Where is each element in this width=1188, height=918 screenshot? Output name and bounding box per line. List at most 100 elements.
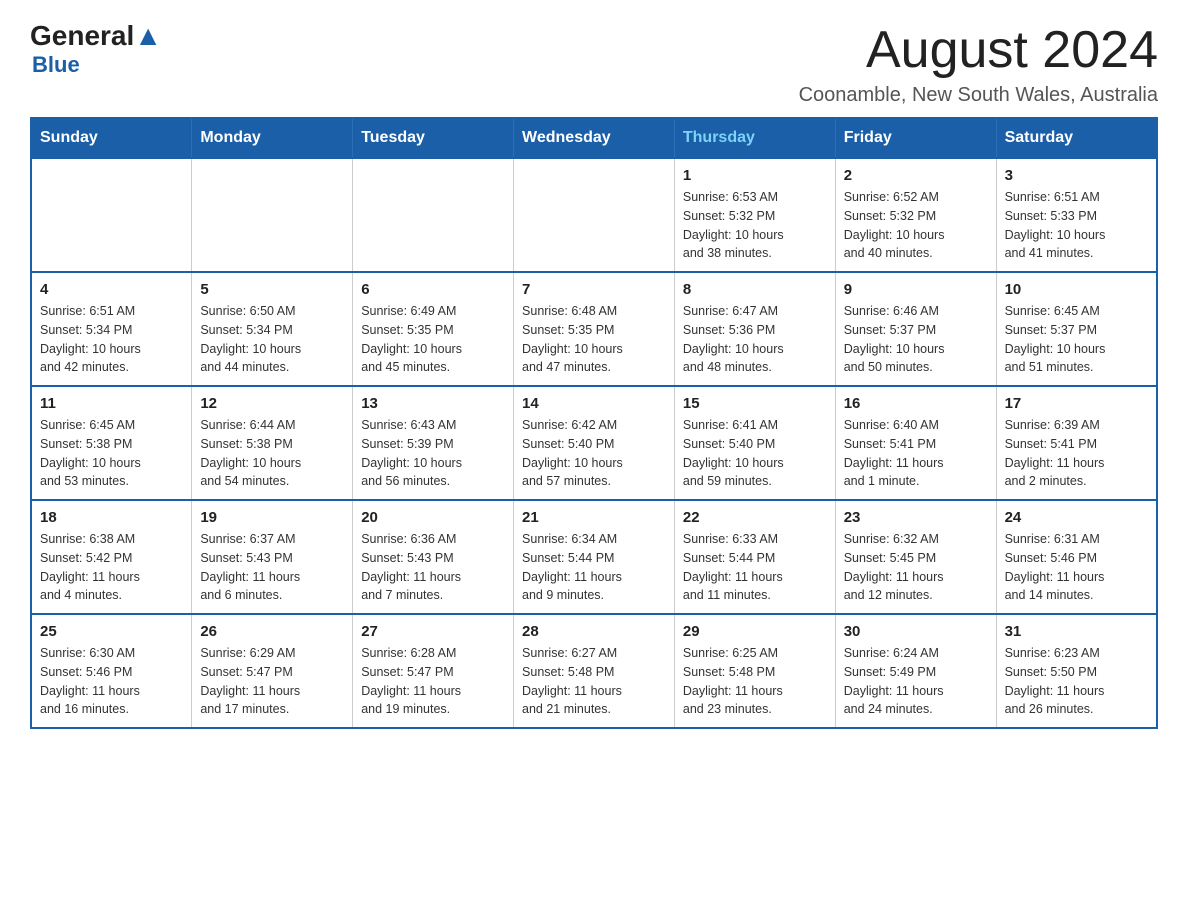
day-number: 5 xyxy=(200,281,344,298)
day-number: 16 xyxy=(844,395,988,412)
day-info: Sunrise: 6:47 AMSunset: 5:36 PMDaylight:… xyxy=(683,302,827,377)
day-info: Sunrise: 6:50 AMSunset: 5:34 PMDaylight:… xyxy=(200,302,344,377)
day-number: 3 xyxy=(1005,167,1148,184)
day-info: Sunrise: 6:46 AMSunset: 5:37 PMDaylight:… xyxy=(844,302,988,377)
day-info: Sunrise: 6:29 AMSunset: 5:47 PMDaylight:… xyxy=(200,644,344,719)
day-info: Sunrise: 6:51 AMSunset: 5:33 PMDaylight:… xyxy=(1005,188,1148,263)
calendar-cell: 13 Sunrise: 6:43 AMSunset: 5:39 PMDayligh… xyxy=(353,386,514,500)
calendar-cell: 20 Sunrise: 6:36 AMSunset: 5:43 PMDayligh… xyxy=(353,500,514,614)
week-row-2: 4Sunrise: 6:51 AMSunset: 5:34 PMDaylight… xyxy=(31,272,1157,386)
day-info: Sunrise: 6:39 AMSunset: 5:41 PMDaylight:… xyxy=(1005,416,1148,491)
day-info: Sunrise: 6:45 AMSunset: 5:38 PMDaylight:… xyxy=(40,416,183,491)
day-number: 30 xyxy=(844,623,988,640)
col-header-sunday: Sunday xyxy=(31,118,192,158)
calendar-table: SundayMondayTuesdayWednesdayThursdayFrid… xyxy=(30,117,1158,729)
col-header-saturday: Saturday xyxy=(996,118,1157,158)
calendar-cell: 12 Sunrise: 6:44 AMSunset: 5:38 PMDayligh… xyxy=(192,386,353,500)
logo-blue-word: Blue xyxy=(32,52,80,78)
day-info: Sunrise: 6:23 AMSunset: 5:50 PMDaylight:… xyxy=(1005,644,1148,719)
logo-blue-text: ▲ xyxy=(134,20,162,52)
col-header-thursday: Thursday xyxy=(674,118,835,158)
calendar-cell: 15 Sunrise: 6:41 AMSunset: 5:40 PMDayligh… xyxy=(674,386,835,500)
day-info: Sunrise: 6:31 AMSunset: 5:46 PMDaylight:… xyxy=(1005,530,1148,605)
calendar-cell: 26Sunrise: 6:29 AMSunset: 5:47 PMDayligh… xyxy=(192,614,353,728)
calendar-cell: 25Sunrise: 6:30 AMSunset: 5:46 PMDayligh… xyxy=(31,614,192,728)
day-info: Sunrise: 6:33 AMSunset: 5:44 PMDaylight:… xyxy=(683,530,827,605)
calendar-cell: 31Sunrise: 6:23 AMSunset: 5:50 PMDayligh… xyxy=(996,614,1157,728)
calendar-cell: 7Sunrise: 6:48 AMSunset: 5:35 PMDaylight… xyxy=(514,272,675,386)
calendar-cell xyxy=(192,158,353,272)
calendar-cell: 11 Sunrise: 6:45 AMSunset: 5:38 PMDayligh… xyxy=(31,386,192,500)
col-header-tuesday: Tuesday xyxy=(353,118,514,158)
day-number: 10 xyxy=(1005,281,1148,298)
calendar-cell: 22 Sunrise: 6:33 AMSunset: 5:44 PMDayligh… xyxy=(674,500,835,614)
subtitle: Coonamble, New South Wales, Australia xyxy=(799,84,1158,107)
calendar-cell: 8 Sunrise: 6:47 AMSunset: 5:36 PMDaylight… xyxy=(674,272,835,386)
day-number: 15 xyxy=(683,395,827,412)
day-info: Sunrise: 6:45 AMSunset: 5:37 PMDaylight:… xyxy=(1005,302,1148,377)
day-number: 23 xyxy=(844,509,988,526)
main-title: August 2024 xyxy=(799,20,1158,80)
calendar-cell: 2 Sunrise: 6:52 AMSunset: 5:32 PMDaylight… xyxy=(835,158,996,272)
calendar-cell: 29Sunrise: 6:25 AMSunset: 5:48 PMDayligh… xyxy=(674,614,835,728)
calendar-cell: 27 Sunrise: 6:28 AMSunset: 5:47 PMDayligh… xyxy=(353,614,514,728)
day-info: Sunrise: 6:53 AMSunset: 5:32 PMDaylight:… xyxy=(683,188,827,263)
day-info: Sunrise: 6:34 AMSunset: 5:44 PMDaylight:… xyxy=(522,530,666,605)
calendar-cell: 28Sunrise: 6:27 AMSunset: 5:48 PMDayligh… xyxy=(514,614,675,728)
week-row-1: 1 Sunrise: 6:53 AMSunset: 5:32 PMDaylight… xyxy=(31,158,1157,272)
day-info: Sunrise: 6:40 AMSunset: 5:41 PMDaylight:… xyxy=(844,416,988,491)
day-number: 4 xyxy=(40,281,183,298)
day-number: 14 xyxy=(522,395,666,412)
day-number: 13 xyxy=(361,395,505,412)
day-info: Sunrise: 6:42 AMSunset: 5:40 PMDaylight:… xyxy=(522,416,666,491)
day-info: Sunrise: 6:41 AMSunset: 5:40 PMDaylight:… xyxy=(683,416,827,491)
calendar-cell: 18Sunrise: 6:38 AMSunset: 5:42 PMDayligh… xyxy=(31,500,192,614)
day-number: 22 xyxy=(683,509,827,526)
logo-general: General xyxy=(30,20,134,52)
day-number: 12 xyxy=(200,395,344,412)
col-header-wednesday: Wednesday xyxy=(514,118,675,158)
week-row-3: 11 Sunrise: 6:45 AMSunset: 5:38 PMDayligh… xyxy=(31,386,1157,500)
day-number: 28 xyxy=(522,623,666,640)
day-number: 20 xyxy=(361,509,505,526)
day-number: 7 xyxy=(522,281,666,298)
calendar-cell: 17 Sunrise: 6:39 AMSunset: 5:41 PMDayligh… xyxy=(996,386,1157,500)
day-number: 1 xyxy=(683,167,827,184)
calendar-cell: 9 Sunrise: 6:46 AMSunset: 5:37 PMDaylight… xyxy=(835,272,996,386)
calendar-cell: 1 Sunrise: 6:53 AMSunset: 5:32 PMDaylight… xyxy=(674,158,835,272)
col-header-monday: Monday xyxy=(192,118,353,158)
day-info: Sunrise: 6:38 AMSunset: 5:42 PMDaylight:… xyxy=(40,530,183,605)
calendar-cell: 23 Sunrise: 6:32 AMSunset: 5:45 PMDayligh… xyxy=(835,500,996,614)
calendar-cell: 10 Sunrise: 6:45 AMSunset: 5:37 PMDayligh… xyxy=(996,272,1157,386)
day-info: Sunrise: 6:32 AMSunset: 5:45 PMDaylight:… xyxy=(844,530,988,605)
calendar-cell: 14 Sunrise: 6:42 AMSunset: 5:40 PMDayligh… xyxy=(514,386,675,500)
day-info: Sunrise: 6:44 AMSunset: 5:38 PMDaylight:… xyxy=(200,416,344,491)
page-header: General ▲ Blue August 2024 Coonamble, Ne… xyxy=(30,20,1158,107)
calendar-cell: 4Sunrise: 6:51 AMSunset: 5:34 PMDaylight… xyxy=(31,272,192,386)
calendar-cell xyxy=(353,158,514,272)
calendar-cell xyxy=(514,158,675,272)
week-row-5: 25Sunrise: 6:30 AMSunset: 5:46 PMDayligh… xyxy=(31,614,1157,728)
calendar-cell: 16 Sunrise: 6:40 AMSunset: 5:41 PMDayligh… xyxy=(835,386,996,500)
day-number: 11 xyxy=(40,395,183,412)
day-info: Sunrise: 6:28 AMSunset: 5:47 PMDaylight:… xyxy=(361,644,505,719)
day-info: Sunrise: 6:43 AMSunset: 5:39 PMDaylight:… xyxy=(361,416,505,491)
week-row-4: 18Sunrise: 6:38 AMSunset: 5:42 PMDayligh… xyxy=(31,500,1157,614)
calendar-cell: 30Sunrise: 6:24 AMSunset: 5:49 PMDayligh… xyxy=(835,614,996,728)
day-info: Sunrise: 6:52 AMSunset: 5:32 PMDaylight:… xyxy=(844,188,988,263)
day-info: Sunrise: 6:37 AMSunset: 5:43 PMDaylight:… xyxy=(200,530,344,605)
day-number: 9 xyxy=(844,281,988,298)
day-number: 2 xyxy=(844,167,988,184)
day-number: 8 xyxy=(683,281,827,298)
day-info: Sunrise: 6:30 AMSunset: 5:46 PMDaylight:… xyxy=(40,644,183,719)
calendar-header-row: SundayMondayTuesdayWednesdayThursdayFrid… xyxy=(31,118,1157,158)
calendar-cell: 21Sunrise: 6:34 AMSunset: 5:44 PMDayligh… xyxy=(514,500,675,614)
day-number: 27 xyxy=(361,623,505,640)
col-header-friday: Friday xyxy=(835,118,996,158)
calendar-cell: 6Sunrise: 6:49 AMSunset: 5:35 PMDaylight… xyxy=(353,272,514,386)
calendar-cell: 3 Sunrise: 6:51 AMSunset: 5:33 PMDaylight… xyxy=(996,158,1157,272)
day-number: 17 xyxy=(1005,395,1148,412)
title-block: August 2024 Coonamble, New South Wales, … xyxy=(799,20,1158,107)
day-info: Sunrise: 6:36 AMSunset: 5:43 PMDaylight:… xyxy=(361,530,505,605)
calendar-cell xyxy=(31,158,192,272)
